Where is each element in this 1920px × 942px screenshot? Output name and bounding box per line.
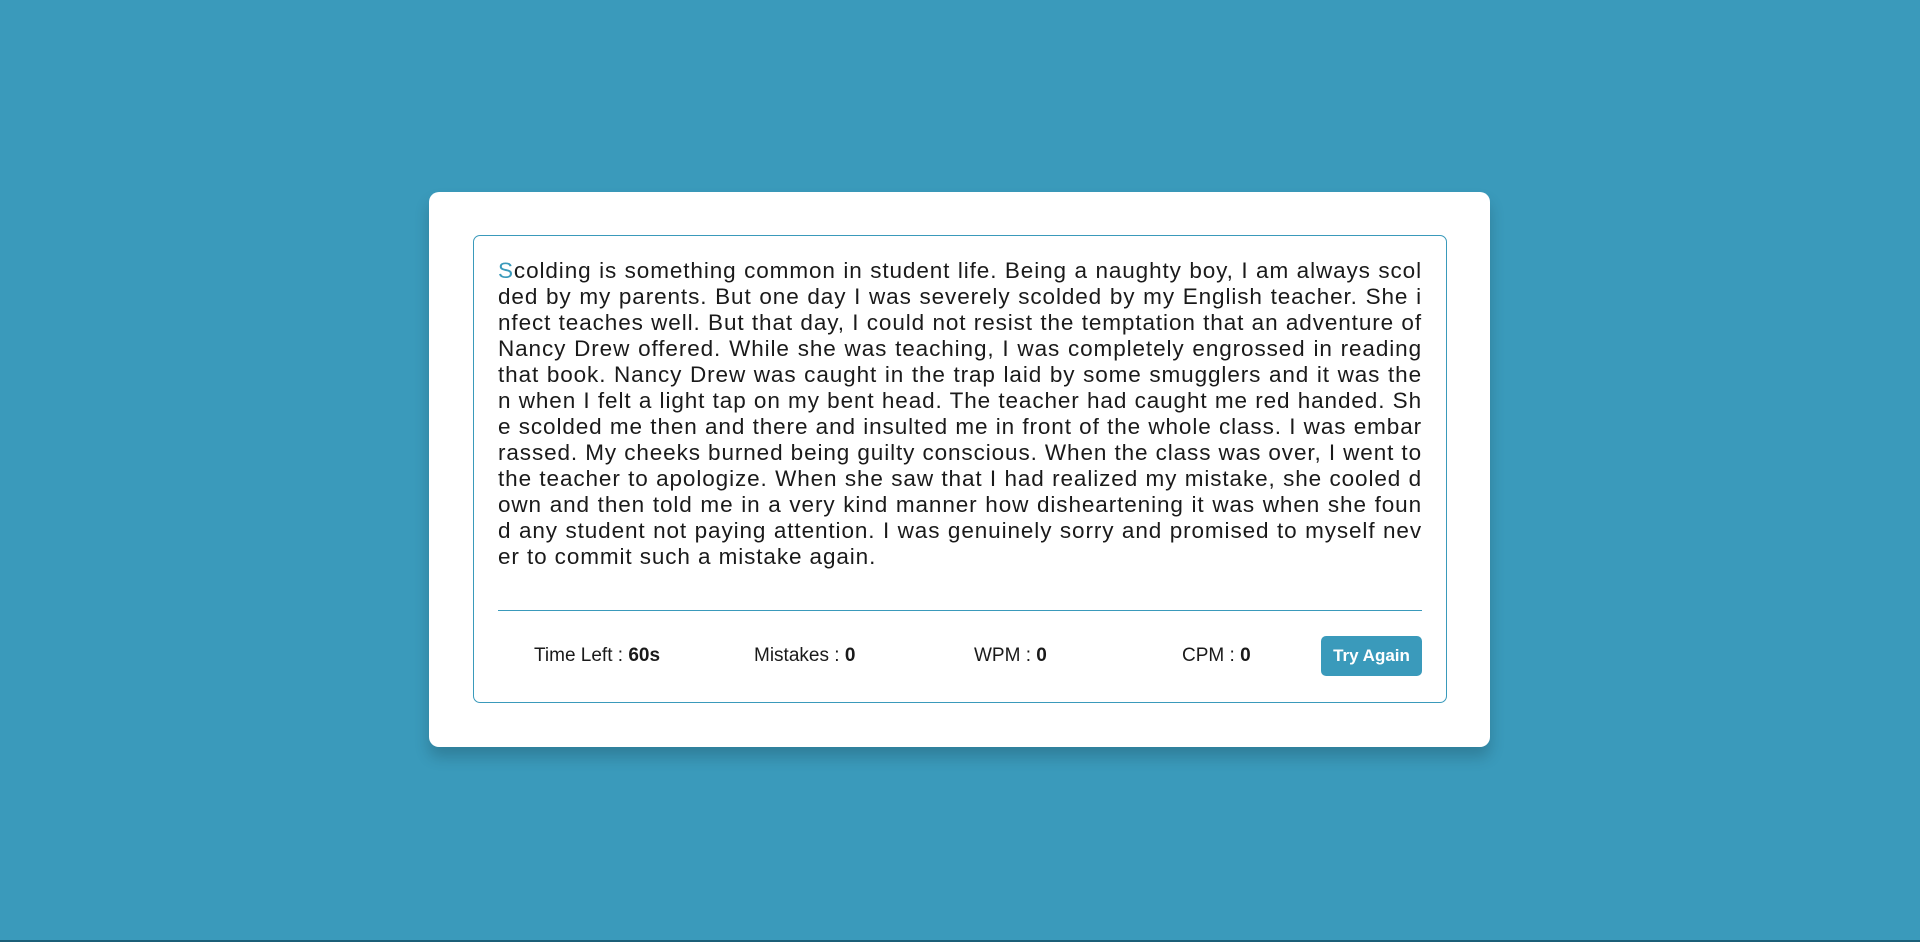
- try-again-button[interactable]: Try Again: [1321, 636, 1422, 676]
- time-left-stat: Time Left : 60s: [534, 645, 660, 667]
- mistakes-stat: Mistakes : 0: [754, 645, 855, 667]
- mistakes-value: 0: [844, 645, 856, 666]
- active-character: S: [498, 258, 514, 283]
- paragraph-text: colding is something common in student l…: [498, 258, 1422, 569]
- time-left-value: 60s: [628, 645, 661, 666]
- divider: [498, 610, 1422, 611]
- wpm-stat: WPM : 0: [974, 645, 1047, 667]
- cpm-label: CPM :: [1182, 645, 1235, 666]
- typing-paragraph[interactable]: Scolding is something common in student …: [498, 258, 1422, 570]
- wpm-label: WPM :: [974, 645, 1031, 666]
- wpm-value: 0: [1036, 645, 1047, 666]
- time-left-label: Time Left :: [534, 645, 624, 666]
- mistakes-label: Mistakes :: [754, 645, 840, 666]
- typing-test-card: Scolding is something common in student …: [429, 192, 1490, 747]
- cpm-stat: CPM : 0: [1182, 645, 1251, 667]
- content-box: Scolding is something common in student …: [473, 235, 1447, 703]
- cpm-value: 0: [1240, 645, 1251, 666]
